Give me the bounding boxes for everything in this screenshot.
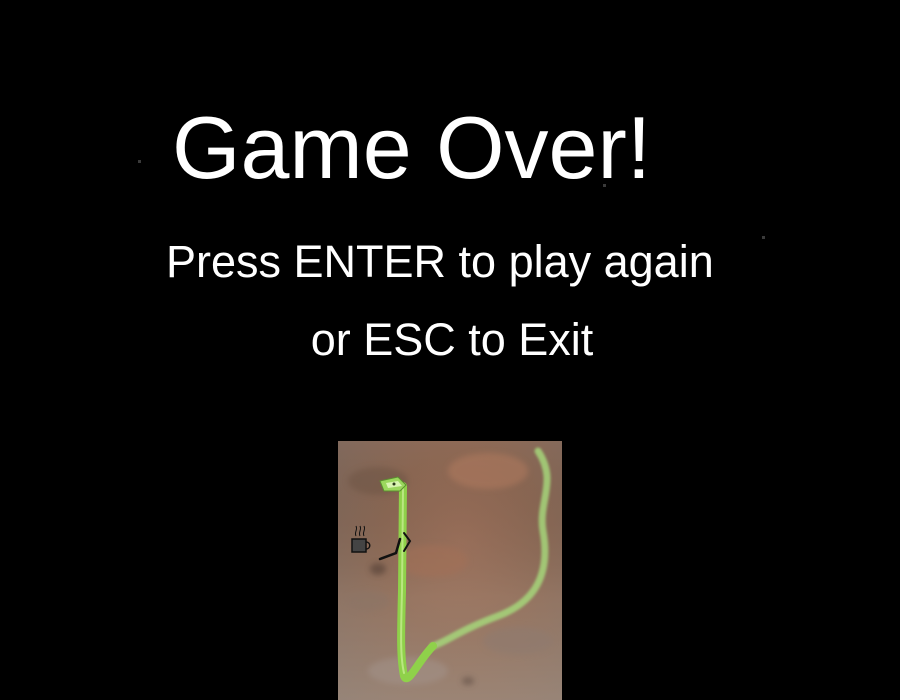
play-again-instruction: Press ENTER to play again [166, 236, 714, 287]
snake-with-mug-image [338, 441, 562, 700]
exit-instruction: or ESC to Exit [310, 314, 594, 365]
background-speck [762, 236, 765, 239]
game-over-title: Game Over! [172, 98, 652, 197]
background-speck [138, 160, 141, 163]
snake-photo-art [338, 441, 562, 700]
game-over-screen: Game Over! Press ENTER to play again or … [0, 0, 900, 700]
